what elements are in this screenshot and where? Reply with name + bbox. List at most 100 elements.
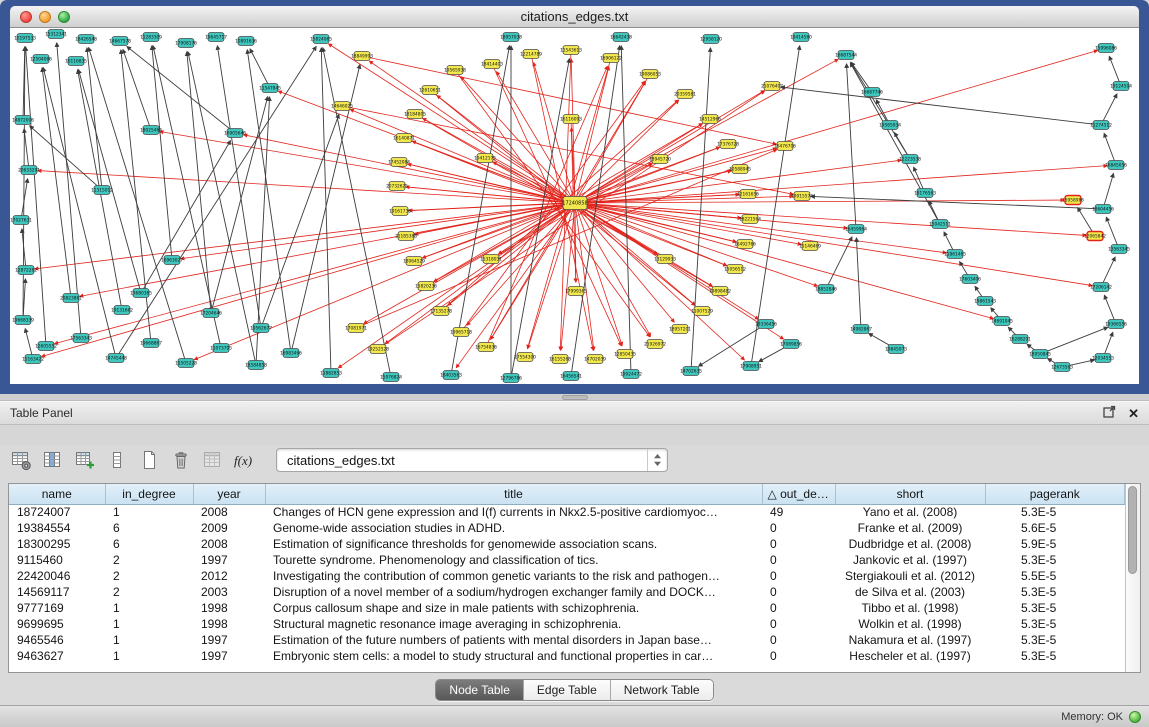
cell-name[interactable]: 22420046 (9, 568, 105, 584)
cell-title[interactable]: Changes of HCN gene expression and I(f) … (265, 504, 762, 520)
graph-node[interactable]: 18950845 (1029, 350, 1051, 359)
graph-node[interactable]: 17206142 (1090, 283, 1112, 292)
graph-node[interactable]: 11274512 (1090, 121, 1112, 130)
cell-pagerank[interactable]: 5.5E-5 (985, 568, 1125, 584)
graph-edge[interactable] (250, 49, 268, 84)
graph-node[interactable]: 15318031 (480, 255, 502, 264)
graph-node[interactable]: 19668867 (140, 339, 162, 348)
cell-in_degree[interactable]: 1 (105, 648, 193, 664)
cell-year[interactable]: 1997 (193, 648, 265, 664)
function-builder-button[interactable]: f(x) (232, 447, 258, 473)
cell-short[interactable]: de Silva et al. (2003) (835, 584, 985, 600)
graph-node[interactable]: 20359581 (674, 90, 696, 99)
show-columns-button[interactable] (40, 447, 66, 473)
graph-node[interactable]: 16905646 (224, 129, 246, 138)
graph-node[interactable]: 11315012 (91, 186, 113, 195)
cell-title[interactable]: Tourette syndrome. Phenomenology and cla… (265, 552, 762, 568)
cell-pagerank[interactable]: 5.3E-5 (985, 552, 1125, 568)
cell-title[interactable]: Structural magnetic resonance image aver… (265, 616, 762, 632)
graph-node[interactable]: 15146469 (799, 242, 821, 251)
graph-node[interactable]: 15312341 (45, 30, 67, 39)
graph-node[interactable]: 16845056 (1105, 161, 1127, 170)
graph-edge[interactable] (444, 100, 678, 308)
cell-year[interactable]: 1997 (193, 632, 265, 648)
cell-short[interactable]: Jankovic et al. (1997) (835, 552, 985, 568)
graph-node[interactable]: 17135278 (430, 307, 452, 316)
graph-node[interactable]: 15958986 (1062, 196, 1084, 205)
cell-short[interactable]: Hescheler et al. (1997) (835, 648, 985, 664)
cell-out_degree[interactable]: 0 (762, 632, 835, 648)
graph-node[interactable]: 11861465 (944, 250, 966, 259)
cell-year[interactable]: 1998 (193, 600, 265, 616)
cell-out_degree[interactable]: 0 (762, 616, 835, 632)
column-header-title[interactable]: title (265, 484, 762, 504)
graph-node[interactable]: 13129933 (654, 255, 676, 264)
cell-year[interactable]: 1997 (193, 552, 265, 568)
graph-node[interactable]: 19161736 (389, 207, 411, 216)
graph-edge[interactable] (181, 204, 571, 259)
table-row[interactable]: 946362711997Embryonic stem cells: a mode… (9, 648, 1125, 664)
cell-in_degree[interactable]: 2 (105, 568, 193, 584)
graph-node[interactable]: 17204646 (200, 309, 222, 318)
table-row[interactable]: 946554611997Estimation of the future num… (9, 632, 1125, 648)
column-header-in_degree[interactable]: in_degree (105, 484, 193, 504)
graph-edge[interactable] (87, 48, 102, 186)
tab-edge-table[interactable]: Edge Table (523, 680, 610, 700)
graph-node[interactable]: 15976824 (380, 373, 402, 382)
graph-node[interactable]: 15163422 (22, 355, 44, 364)
graph-edge[interactable] (467, 206, 572, 325)
graph-edge[interactable] (152, 46, 172, 256)
graph-node[interactable]: 17908951 (740, 362, 762, 371)
graph-node[interactable]: 17027631 (10, 216, 32, 225)
table-mode-button[interactable] (8, 447, 34, 473)
graph-node[interactable]: 10891636 (235, 37, 257, 46)
cell-in_degree[interactable]: 1 (105, 600, 193, 616)
graph-node[interactable]: 16140871 (393, 134, 415, 143)
graph-edge[interactable] (1106, 217, 1117, 245)
graph-edge[interactable] (576, 67, 609, 199)
cell-out_degree[interactable]: 0 (762, 520, 835, 536)
cell-name[interactable]: 18300295 (9, 536, 105, 552)
graph-node[interactable]: 12161656 (737, 190, 759, 199)
graph-node[interactable]: 20732625 (386, 182, 408, 191)
vertical-scrollbar[interactable] (1125, 484, 1140, 672)
cell-in_degree[interactable]: 1 (105, 632, 193, 648)
graph-edge[interactable] (437, 96, 572, 201)
graph-node[interactable]: 12504086 (30, 55, 52, 64)
graph-node[interactable]: 14667578 (109, 37, 131, 46)
graph-edge[interactable] (512, 59, 570, 374)
cell-pagerank[interactable]: 5.9E-5 (985, 536, 1125, 552)
cell-pagerank[interactable]: 5.3E-5 (985, 648, 1125, 664)
graph-node[interactable]: 14745448 (105, 354, 127, 363)
graph-edge[interactable] (25, 329, 32, 355)
graph-edge[interactable] (22, 179, 28, 216)
graph-edge[interactable] (1104, 332, 1112, 354)
minimize-window-button[interactable] (39, 11, 51, 23)
tab-node-table[interactable]: Node Table (436, 680, 523, 700)
graph-node[interactable]: 16687544 (835, 51, 857, 60)
graph-node[interactable]: 19924472 (620, 370, 642, 379)
graph-edge[interactable] (1104, 133, 1114, 161)
cell-title[interactable]: Investigating the contribution of common… (265, 568, 762, 584)
graph-node[interactable]: 11543613 (560, 46, 582, 55)
graph-node[interactable]: 16983466 (280, 349, 302, 358)
graph-node[interactable]: 17376728 (717, 140, 739, 149)
table-row[interactable]: 1830029562008Estimation of significance … (9, 536, 1125, 552)
graph-node[interactable]: 14702039 (584, 355, 606, 364)
graph-node[interactable]: 12673563 (1051, 363, 1073, 372)
column-header-pagerank[interactable]: pagerank (985, 484, 1125, 504)
graph-node[interactable]: 15042511 (929, 220, 951, 229)
cell-pagerank[interactable]: 5.3E-5 (985, 504, 1125, 520)
network-canvas[interactable]: 1724085819565938126106511818480516140871… (10, 28, 1139, 384)
graph-edge[interactable] (262, 114, 339, 324)
cell-out_degree[interactable]: 0 (762, 552, 835, 568)
graph-node[interactable]: 18025464 (140, 126, 162, 135)
cell-name[interactable]: 9115460 (9, 552, 105, 568)
graph-node[interactable]: 18414403 (481, 60, 503, 69)
graph-edge[interactable] (699, 326, 763, 366)
graph-node[interactable]: 19965718 (450, 328, 472, 337)
graph-node[interactable]: 12796786 (500, 374, 522, 383)
graph-edge[interactable] (38, 171, 571, 203)
graph-node[interactable]: 16116093 (560, 115, 582, 124)
graph-node[interactable]: 16687746 (861, 88, 883, 97)
